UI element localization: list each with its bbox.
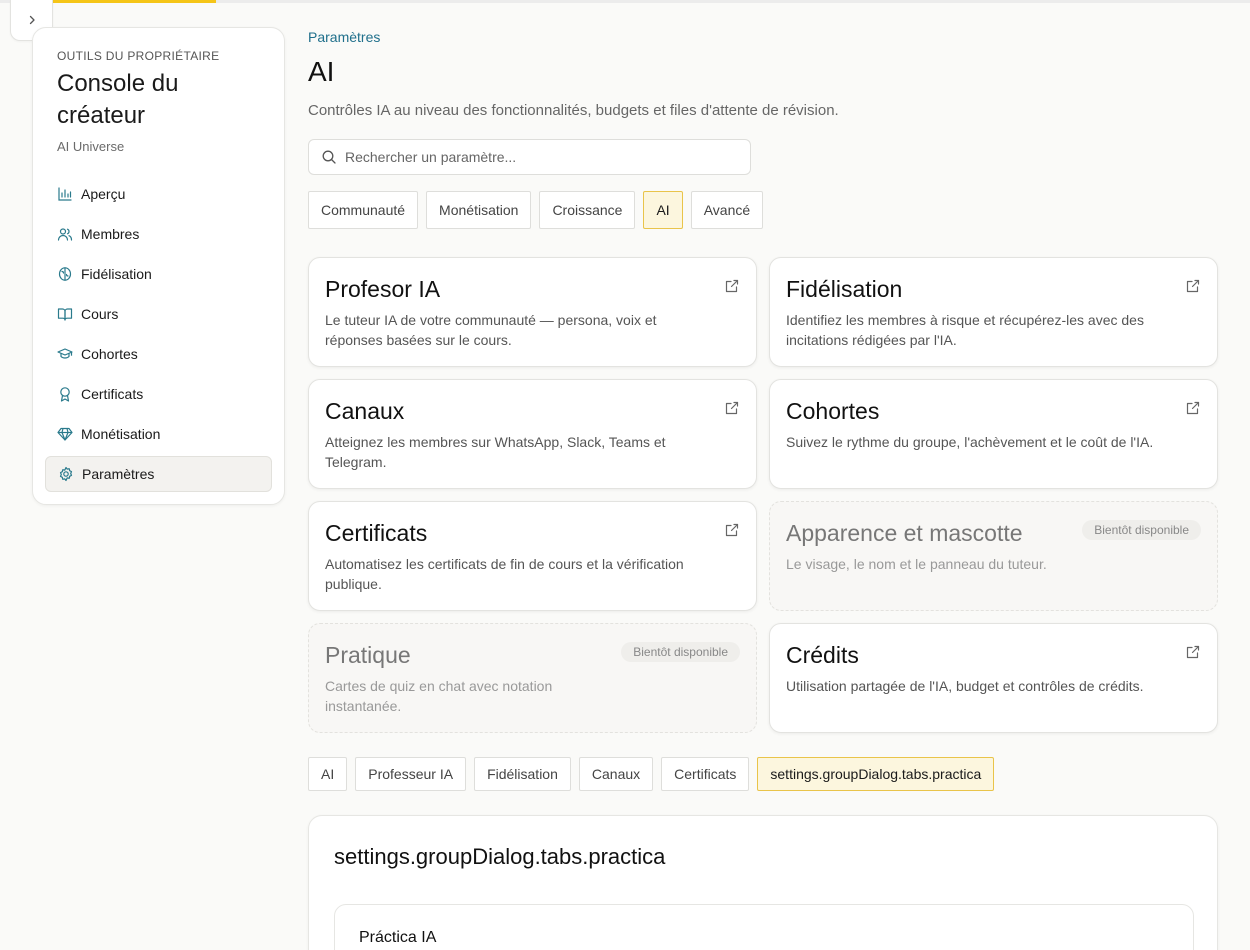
sidebar-item-apercu[interactable]: Aperçu <box>45 176 272 212</box>
sidebar-title: Console du créateur <box>57 70 179 129</box>
breadcrumb[interactable]: Paramètres <box>308 29 380 45</box>
card-title: Fidélisation <box>786 276 903 302</box>
card-pratique: Pratique Cartes de quiz en chat avec not… <box>308 623 757 733</box>
group-tab-practica[interactable]: settings.groupDialog.tabs.practica <box>757 757 995 791</box>
sidebar-item-label: Paramètres <box>82 466 155 482</box>
card-cohortes[interactable]: Cohortes Suivez le rythme du groupe, l'a… <box>769 379 1218 489</box>
card-canaux[interactable]: Canaux Atteignez les membres sur WhatsAp… <box>308 379 757 489</box>
card-description: Identifiez les membres à risque et récup… <box>786 312 1144 348</box>
card-certificats[interactable]: Certificats Automatisez les certificats … <box>308 501 757 611</box>
tab-ai[interactable]: AI <box>643 191 683 229</box>
card-title: Cohortes <box>786 398 880 424</box>
coming-soon-badge: Bientôt disponible <box>1082 520 1201 540</box>
sidebar-item-cohortes[interactable]: Cohortes <box>45 336 272 372</box>
card-apparence-mascotte: Apparence et mascotte Le visage, le nom … <box>769 501 1218 611</box>
sidebar-item-monetisation[interactable]: Monétisation <box>45 416 272 452</box>
card-title: Profesor IA <box>325 276 441 302</box>
sidebar: OUTILS DU PROPRIÉTAIRE Console du créate… <box>32 27 285 505</box>
group-tab-canaux[interactable]: Canaux <box>578 757 654 791</box>
coming-soon-badge: Bientôt disponible <box>621 642 740 662</box>
practica-section: Práctica IA <box>334 904 1194 950</box>
users-icon <box>57 226 73 242</box>
external-link-icon[interactable] <box>1185 278 1201 294</box>
external-link-icon[interactable] <box>724 278 740 294</box>
book-icon <box>57 306 73 322</box>
group-tab-fidelisation[interactable]: Fidélisation <box>474 757 571 791</box>
search-box[interactable] <box>308 139 751 175</box>
card-description: Suivez le rythme du groupe, l'achèvement… <box>786 434 1154 450</box>
sidebar-subtitle: AI Universe <box>57 139 125 154</box>
card-profesor-ia[interactable]: Profesor IA Le tuteur IA de votre commun… <box>308 257 757 367</box>
tab-croissance[interactable]: Croissance <box>539 191 636 229</box>
sidebar-item-parametres[interactable]: Paramètres <box>45 456 272 492</box>
external-link-icon[interactable] <box>1185 400 1201 416</box>
page-description: Contrôles IA au niveau des fonctionnalit… <box>308 102 839 119</box>
award-icon <box>57 386 73 402</box>
brain-icon <box>57 266 73 282</box>
sidebar-overline: OUTILS DU PROPRIÉTAIRE <box>57 49 220 63</box>
sidebar-item-label: Cours <box>81 306 119 322</box>
card-credits[interactable]: Crédits Utilisation partagée de l'IA, bu… <box>769 623 1218 733</box>
external-link-icon[interactable] <box>724 522 740 538</box>
chevron-right-icon <box>29 15 35 25</box>
card-description: Cartes de quiz en chat avec notation ins… <box>325 678 553 714</box>
sidebar-nav: Aperçu Membres Fidélisation Cours Cohort… <box>45 176 272 496</box>
external-link-icon[interactable] <box>724 400 740 416</box>
card-description: Utilisation partagée de l'IA, budget et … <box>786 678 1144 694</box>
section-title: Práctica IA <box>359 929 437 946</box>
sidebar-item-label: Certificats <box>81 386 144 402</box>
card-description: Atteignez les membres sur WhatsApp, Slac… <box>325 434 666 470</box>
graduation-cap-icon <box>57 346 73 362</box>
card-description: Le visage, le nom et le panneau du tuteu… <box>786 556 1047 572</box>
bar-chart-icon <box>57 186 73 202</box>
card-title: Certificats <box>325 520 428 546</box>
sidebar-item-certificats[interactable]: Certificats <box>45 376 272 412</box>
sidebar-item-membres[interactable]: Membres <box>45 216 272 252</box>
category-tabs: Communauté Monétisation Croissance AI Av… <box>308 191 771 229</box>
sidebar-item-label: Cohortes <box>81 346 138 362</box>
search-input[interactable] <box>345 149 725 165</box>
sidebar-item-cours[interactable]: Cours <box>45 296 272 332</box>
card-fidelisation[interactable]: Fidélisation Identifiez les membres à ri… <box>769 257 1218 367</box>
external-link-icon[interactable] <box>1185 644 1201 660</box>
group-tab-professeur-ia[interactable]: Professeur IA <box>355 757 467 791</box>
panel-title: settings.groupDialog.tabs.practica <box>334 844 666 869</box>
gear-icon <box>58 466 74 482</box>
page-title: AI <box>308 56 335 87</box>
sidebar-item-fidelisation[interactable]: Fidélisation <box>45 256 272 292</box>
tab-communaute[interactable]: Communauté <box>308 191 419 229</box>
tab-avance[interactable]: Avancé <box>690 191 764 229</box>
tab-monetisation[interactable]: Monétisation <box>426 191 532 229</box>
group-tabs: AI Professeur IA Fidélisation Canaux Cer… <box>308 757 1002 791</box>
sidebar-item-label: Membres <box>81 226 140 242</box>
search-icon <box>322 150 336 164</box>
card-description: Automatisez les certificats de fin de co… <box>325 556 684 592</box>
group-tab-ai[interactable]: AI <box>308 757 348 791</box>
sidebar-item-label: Monétisation <box>81 426 161 442</box>
group-tab-certificats[interactable]: Certificats <box>661 757 750 791</box>
sidebar-item-label: Fidélisation <box>81 266 152 282</box>
sidebar-item-label: Aperçu <box>81 186 126 202</box>
card-description: Le tuteur IA de votre communauté — perso… <box>325 312 657 348</box>
card-title: Canaux <box>325 398 405 424</box>
card-title: Crédits <box>786 642 859 668</box>
gem-icon <box>57 426 73 442</box>
settings-group-panel: settings.groupDialog.tabs.practica Práct… <box>308 815 1218 950</box>
